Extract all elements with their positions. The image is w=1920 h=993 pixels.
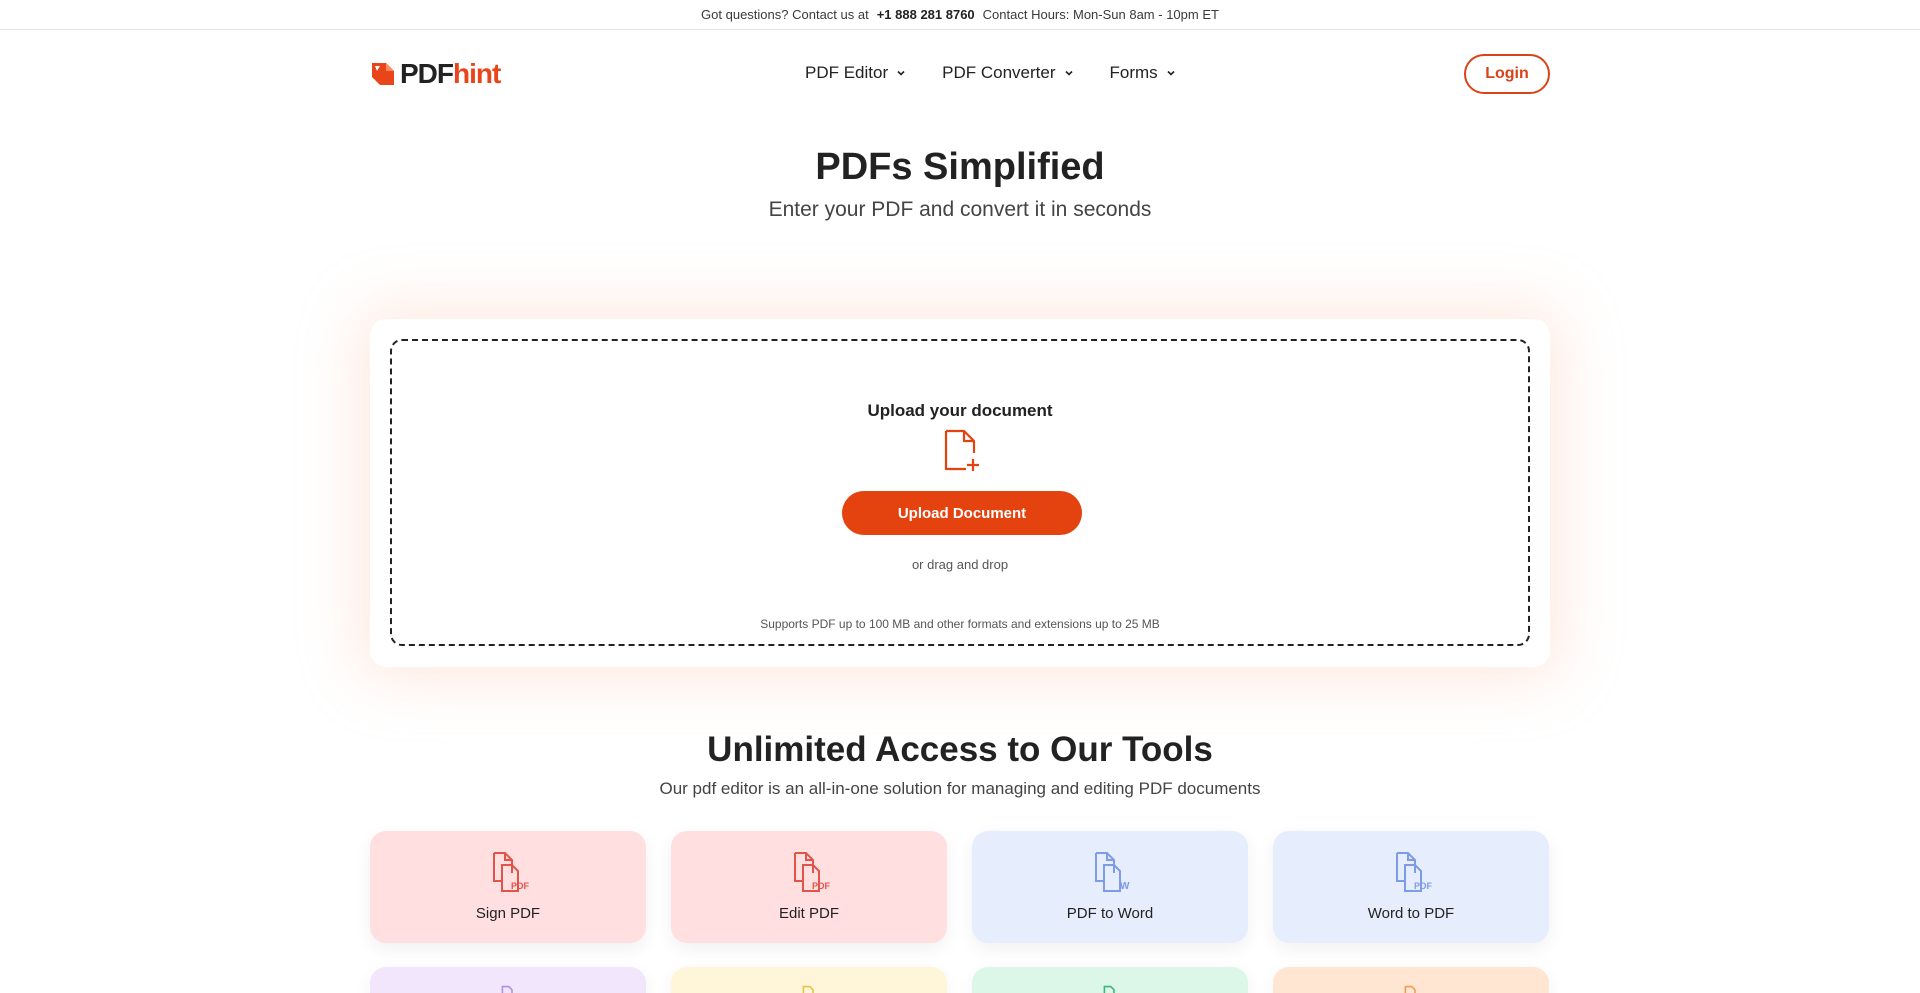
tool-tile[interactable]: W PDF to Word <box>972 831 1248 943</box>
tool-tile[interactable] <box>671 967 947 993</box>
supports-note: Supports PDF up to 100 MB and other form… <box>760 617 1160 631</box>
upload-card: Upload your document Upload Document or … <box>370 319 1550 667</box>
tool-tile[interactable]: PDF Word to PDF <box>1273 831 1549 943</box>
site-header: PDF hint PDF Editor PDF Converter Forms L… <box>370 50 1550 98</box>
tool-tile-label: PDF to Word <box>1066 905 1154 922</box>
tool-file-icon <box>1404 985 1416 993</box>
nav-pdf-editor[interactable]: PDF Editor <box>805 63 906 83</box>
tool-tile[interactable]: PDF Sign PDF <box>370 831 646 943</box>
drag-drop-hint: or drag and drop <box>911 557 1009 572</box>
nav-pdf-editor-label: PDF Editor <box>805 63 889 82</box>
contact-questions-text: Got questions? Contact us at <box>701 7 869 22</box>
tool-tile-label: Sign PDF <box>475 905 541 922</box>
hero-title: PDFs Simplified <box>815 146 1105 188</box>
tools-subtitle: Our pdf editor is an all-in-one solution… <box>659 779 1261 798</box>
upload-title: Upload your document <box>867 401 1053 420</box>
tools-title: Unlimited Access to Our Tools <box>707 730 1213 769</box>
contact-hours-text: Contact Hours: Mon-Sun 8am - 10pm ET <box>982 7 1219 22</box>
file-plus-icon <box>944 429 979 471</box>
tool-2-badge: W <box>1120 881 1130 892</box>
login-button[interactable]: Login <box>1464 54 1550 94</box>
contact-phone-link[interactable]: +1 888 281 8760 <box>877 7 975 22</box>
tool-3-badge: PDF <box>1414 881 1433 891</box>
tool-tile[interactable] <box>972 967 1248 993</box>
nav-forms[interactable]: Forms <box>1110 63 1176 83</box>
main-nav: PDF Editor PDF Converter Forms <box>805 63 1176 83</box>
chevron-down-icon <box>1167 70 1175 76</box>
tool-file-icon <box>1103 985 1115 993</box>
tool-tile[interactable] <box>370 967 646 993</box>
hero-subtitle: Enter your PDF and convert it in seconds <box>768 198 1152 221</box>
chevron-down-icon <box>897 70 905 76</box>
tool-2-file-icon: W <box>1095 852 1130 892</box>
nav-pdf-converter[interactable]: PDF Converter <box>942 63 1073 83</box>
tool-1-file-icon: PDF <box>794 852 831 892</box>
tool-0-badge: PDF <box>511 881 530 891</box>
tool-1-badge: PDF <box>812 881 831 891</box>
tool-3-file-icon: PDF <box>1396 852 1433 892</box>
upload-dropzone[interactable]: Upload your document Upload Document or … <box>390 339 1530 646</box>
tool-tile[interactable] <box>1273 967 1549 993</box>
logo-text-pdf: PDF <box>400 58 454 89</box>
logo-text-hint: hint <box>453 58 501 89</box>
tool-tile[interactable]: PDF Edit PDF <box>671 831 947 943</box>
tool-0-file-icon: PDF <box>493 852 530 892</box>
logo[interactable]: PDF hint <box>370 58 501 90</box>
upload-document-button[interactable]: Upload Document <box>842 491 1082 535</box>
nav-pdf-converter-label: PDF Converter <box>942 63 1056 82</box>
logo-icon <box>372 63 394 85</box>
chevron-down-icon <box>1064 70 1073 76</box>
tool-tile-label: Word to PDF <box>1367 905 1455 922</box>
tool-file-icon <box>501 985 513 993</box>
tool-file-icon <box>802 985 814 993</box>
contact-bar: Got questions? Contact us at +1 888 281 … <box>0 0 1920 30</box>
nav-forms-label: Forms <box>1109 63 1158 82</box>
tool-tile-label: Edit PDF <box>778 905 839 922</box>
